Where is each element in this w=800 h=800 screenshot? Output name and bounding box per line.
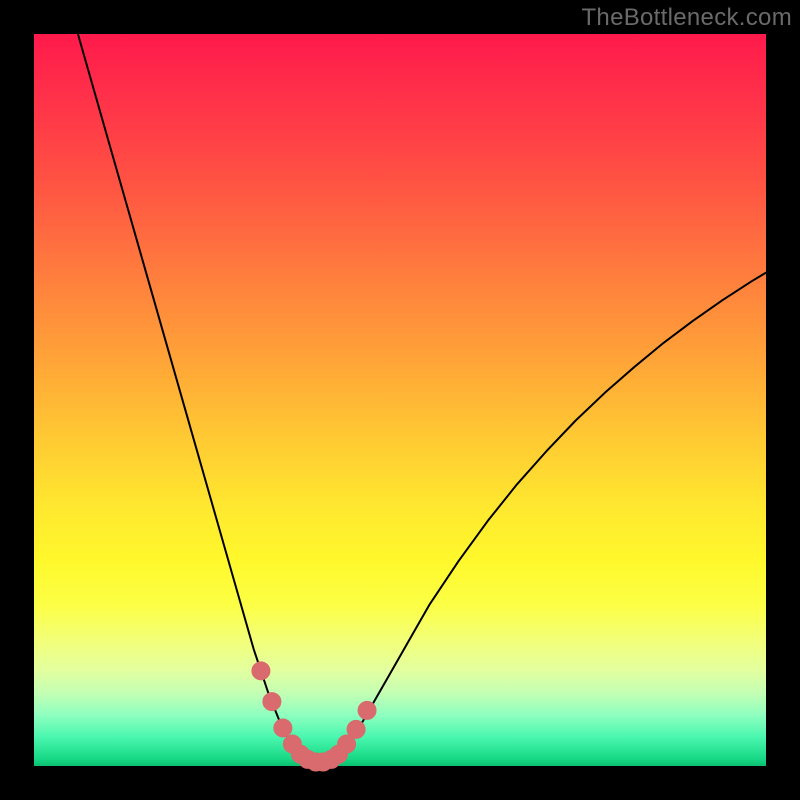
plot-area xyxy=(34,34,766,766)
bottleneck-curve xyxy=(78,34,766,762)
highlight-marker xyxy=(252,662,270,680)
highlight-marker xyxy=(347,720,365,738)
highlight-marker xyxy=(263,693,281,711)
highlight-markers xyxy=(252,662,376,771)
highlight-marker xyxy=(274,719,292,737)
watermark-text: TheBottleneck.com xyxy=(581,4,792,32)
highlight-marker xyxy=(358,701,376,719)
chart-frame: TheBottleneck.com xyxy=(0,0,800,800)
curve-svg xyxy=(34,34,766,766)
